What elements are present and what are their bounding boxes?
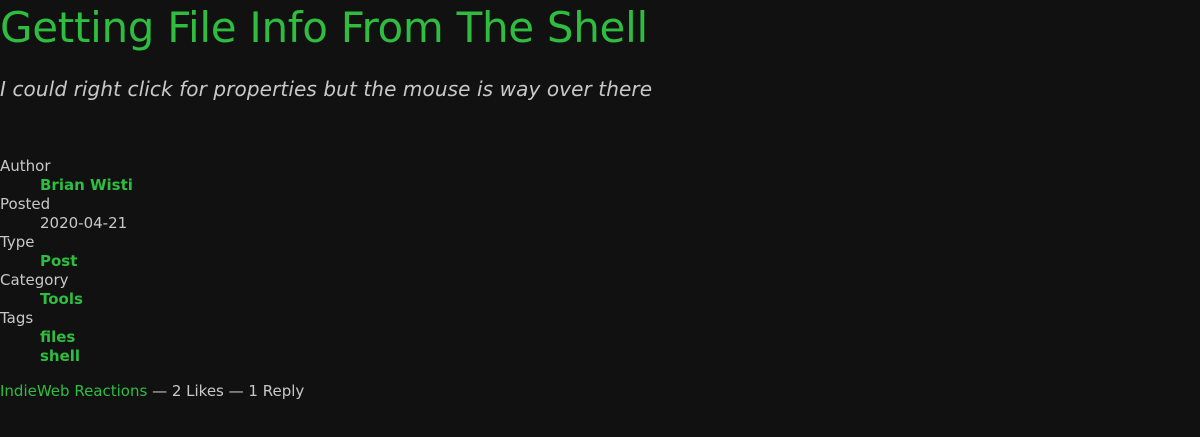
reactions-summary: IndieWeb Reactions — 2 Likes — 1 Reply — [0, 381, 304, 401]
post-metadata: Author Brian Wisti Posted 2020-04-21 Typ… — [0, 157, 133, 366]
type-label: Type — [0, 233, 35, 251]
page-title: Getting File Info From The Shell — [0, 3, 648, 52]
author-label: Author — [0, 157, 51, 175]
category-label: Category — [0, 271, 69, 289]
posted-label: Posted — [0, 195, 51, 213]
posted-date: 2020-04-21 — [40, 214, 128, 232]
page-subtitle: I could right click for properties but t… — [0, 77, 653, 101]
indieweb-reactions-link[interactable]: IndieWeb Reactions — [0, 382, 147, 400]
tag-link-files[interactable]: files — [40, 328, 75, 346]
tag-item: shell — [40, 347, 133, 366]
replies-count: 1 Reply — [248, 382, 305, 400]
tag-link-shell[interactable]: shell — [40, 347, 80, 365]
type-value: Post — [40, 252, 133, 271]
author-value: Brian Wisti — [40, 176, 133, 195]
category-link[interactable]: Tools — [40, 290, 83, 308]
tags-label: Tags — [0, 309, 34, 327]
category-value: Tools — [40, 290, 133, 309]
author-link[interactable]: Brian Wisti — [40, 176, 133, 194]
type-link[interactable]: Post — [40, 252, 77, 270]
reactions-separator: — — [147, 382, 172, 400]
tag-item: files — [40, 328, 133, 347]
reactions-separator: — — [223, 382, 249, 400]
likes-count: 2 Likes — [171, 382, 224, 400]
